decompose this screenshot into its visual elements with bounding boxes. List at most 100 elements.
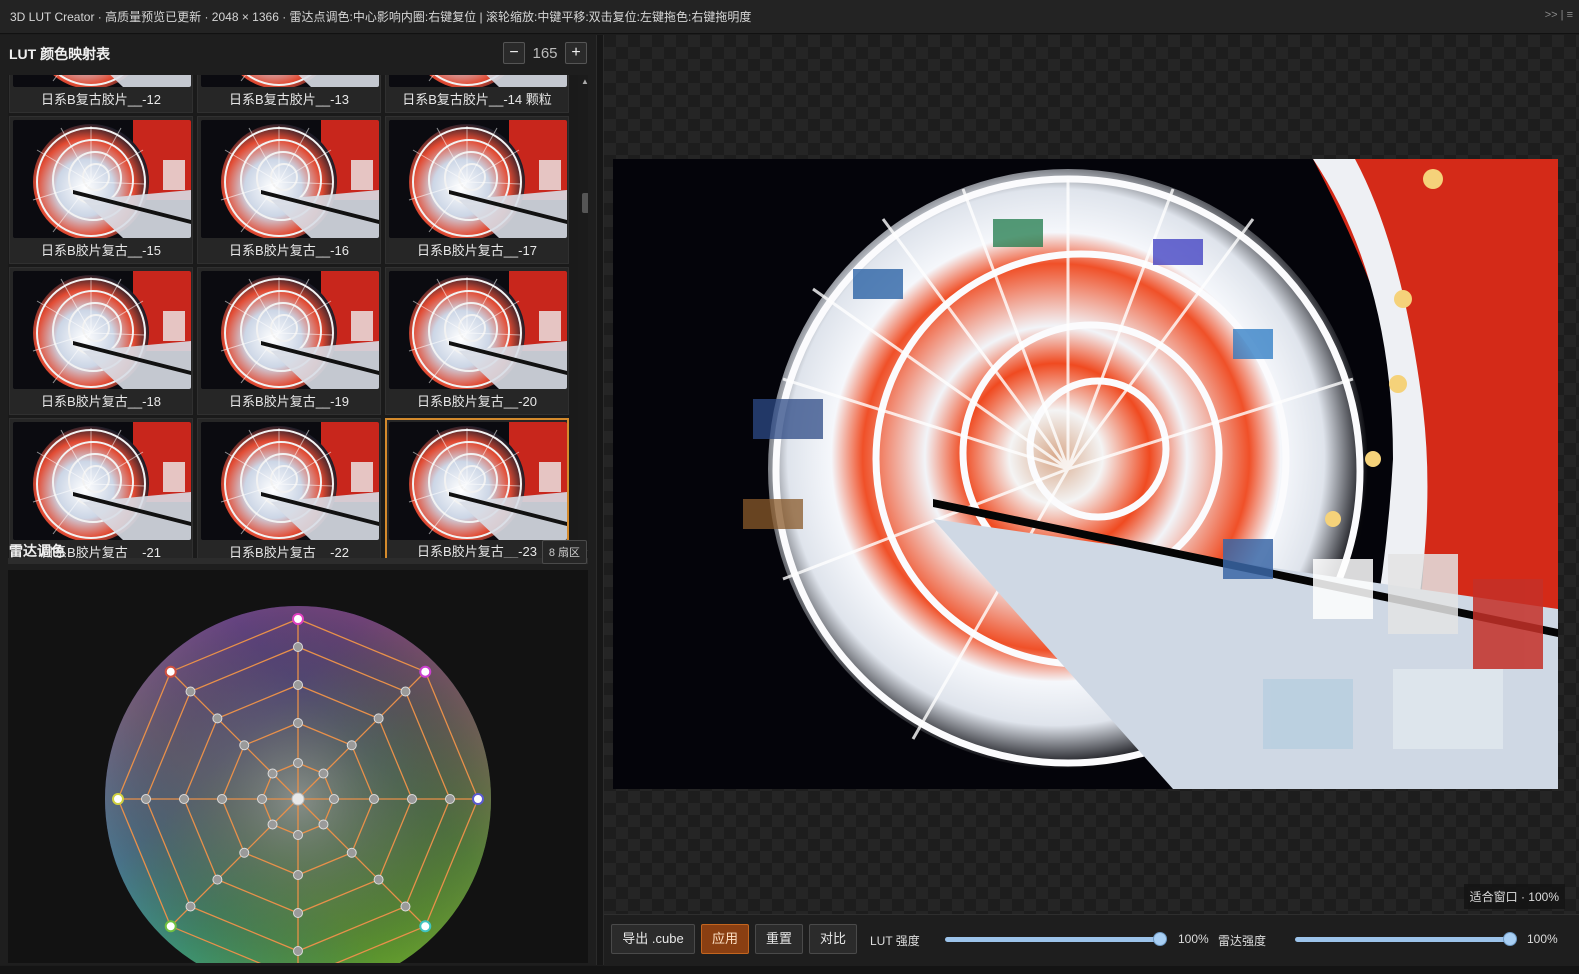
lut-item[interactable]: 日系B胶片复古__-18 xyxy=(9,267,193,415)
lut-thumbnail xyxy=(201,120,379,238)
radar-point[interactable] xyxy=(292,613,304,625)
radar-point[interactable] xyxy=(445,794,455,804)
radar-point[interactable] xyxy=(179,794,189,804)
radar-panel-title: 雷达调色 xyxy=(9,543,65,559)
radar-point[interactable] xyxy=(293,680,303,690)
radar-point[interactable] xyxy=(407,794,417,804)
export-cube-button[interactable]: 导出 .cube xyxy=(611,924,695,954)
radar-point[interactable] xyxy=(369,794,379,804)
radar-point[interactable] xyxy=(293,758,303,768)
radar-point[interactable] xyxy=(419,920,432,933)
radar-point[interactable] xyxy=(293,908,303,918)
lut-item-label: 日系B胶片复古__-19 xyxy=(229,394,349,409)
preview-panel[interactable]: 适合窗口 · 100% xyxy=(604,35,1579,965)
radar-point[interactable] xyxy=(185,901,196,912)
lut-item[interactable]: 日系B胶片复古__-17 xyxy=(385,116,569,264)
radar-point[interactable] xyxy=(373,874,384,885)
radar-point[interactable] xyxy=(217,794,227,804)
radar-point[interactable] xyxy=(257,794,267,804)
lut-panel-header: LUT 颜色映射表 − 165 + xyxy=(0,35,596,73)
left-panel: LUT 颜色映射表 − 165 + 日系B复古胶片__-12日系B复古胶片__-… xyxy=(0,35,596,974)
zoom-fit-label[interactable]: 适合窗口 · 100% xyxy=(1463,884,1565,909)
radar-point[interactable] xyxy=(185,686,196,697)
radar-point[interactable] xyxy=(293,870,303,880)
lut-thumbnail xyxy=(389,75,567,87)
lut-item[interactable]: 日系B复古胶片__-13 xyxy=(197,75,381,113)
radar-point[interactable] xyxy=(212,874,223,885)
lut-panel-title: LUT 颜色映射表 xyxy=(9,46,111,62)
radar-point[interactable] xyxy=(419,665,432,678)
sector-count-badge[interactable]: 8 扇区 xyxy=(541,540,587,564)
radar-point[interactable] xyxy=(318,768,329,779)
apply-button[interactable]: 应用 xyxy=(701,924,749,954)
scroll-up-icon[interactable]: ▲ xyxy=(580,77,588,86)
radar-point[interactable] xyxy=(293,946,303,956)
radar-point[interactable] xyxy=(400,686,411,697)
scroll-thumb[interactable] xyxy=(582,193,588,213)
lut-item-label: 日系B胶片复古__-20 xyxy=(417,394,537,409)
radar-point[interactable] xyxy=(346,847,357,858)
lut-thumbnail xyxy=(13,75,191,87)
radar-point[interactable] xyxy=(318,819,329,830)
radar-point[interactable] xyxy=(239,740,250,751)
radar-point[interactable] xyxy=(329,794,339,804)
radar-point[interactable] xyxy=(293,718,303,728)
window-controls[interactable]: >> | ≡ xyxy=(1545,9,1573,21)
lut-thumbnail xyxy=(201,422,379,540)
radar-point[interactable] xyxy=(164,920,177,933)
radar-point[interactable] xyxy=(141,794,151,804)
radar-strength-handle[interactable] xyxy=(1503,932,1517,946)
radar-wheel[interactable] xyxy=(8,570,588,974)
compare-button[interactable]: 对比 xyxy=(809,924,857,954)
window-controls-icon[interactable]: >> | ≡ xyxy=(1545,9,1573,21)
preview-image[interactable] xyxy=(613,159,1558,789)
lut-thumbnail xyxy=(13,422,191,540)
title-bar: 3D LUT Creator · 高质量预览已更新 · 2048 × 1366 … xyxy=(0,0,1579,34)
lut-item-label: 日系B复古胶片__-13 xyxy=(229,92,349,107)
increase-button[interactable]: + xyxy=(565,42,587,64)
lut-thumbnail xyxy=(389,120,567,238)
lut-strength-label: LUT 强度 xyxy=(870,934,920,948)
bottom-toolbar: 导出 .cube 应用 重置 对比 LUT 强度 100% 雷达强度 100% xyxy=(604,914,1579,966)
radar-strength-value: 100% xyxy=(1527,932,1558,946)
lut-item[interactable]: 日系B胶片复古__-19 xyxy=(197,267,381,415)
lut-item-label: 日系B胶片复古__-18 xyxy=(41,394,161,409)
radar-point[interactable] xyxy=(267,768,278,779)
radar-area[interactable] xyxy=(8,570,588,974)
lut-thumbnail xyxy=(389,422,567,540)
lut-thumbnail xyxy=(389,271,567,389)
lut-scrollbar[interactable]: ▲ ▼ xyxy=(578,75,588,559)
lut-strength-value: 100% xyxy=(1178,932,1209,946)
lut-count: 165 xyxy=(532,44,558,62)
lut-item[interactable]: 日系B胶片复古__-20 xyxy=(385,267,569,415)
main-splitter[interactable] xyxy=(596,35,604,965)
radar-center-point[interactable] xyxy=(291,792,305,806)
lut-strength-handle[interactable] xyxy=(1153,932,1167,946)
lut-item-label: 日系B胶片复古__-17 xyxy=(417,243,537,258)
radar-panel-header: 雷达调色 8 扇区 xyxy=(0,532,596,570)
lut-strength-slider[interactable] xyxy=(945,932,1167,946)
lut-grid[interactable]: 日系B复古胶片__-12 日系B复古胶片__-13 日系B复古胶片__-14 颗粒日… xyxy=(8,75,588,559)
radar-strength-label: 雷达强度 xyxy=(1218,934,1267,948)
radar-point[interactable] xyxy=(267,819,278,830)
radar-point[interactable] xyxy=(400,901,411,912)
lut-item[interactable]: 日系B复古胶片__-14 颗粒 xyxy=(385,75,569,113)
radar-point[interactable] xyxy=(472,793,484,805)
lut-item[interactable]: 日系B胶片复古__-15 xyxy=(9,116,193,264)
radar-point[interactable] xyxy=(373,713,384,724)
radar-point[interactable] xyxy=(293,642,303,652)
decrease-button[interactable]: − xyxy=(503,42,525,64)
radar-point[interactable] xyxy=(293,830,303,840)
reset-button[interactable]: 重置 xyxy=(755,924,803,954)
lut-item[interactable]: 日系B胶片复古__-16 xyxy=(197,116,381,264)
lut-thumbnail xyxy=(13,120,191,238)
radar-point[interactable] xyxy=(164,665,177,678)
radar-point[interactable] xyxy=(239,847,250,858)
radar-point[interactable] xyxy=(346,740,357,751)
lut-item-label: 日系B胶片复古__-15 xyxy=(41,243,161,258)
lut-item-label: 日系B复古胶片__-12 xyxy=(41,92,161,107)
lut-item[interactable]: 日系B复古胶片__-12 xyxy=(9,75,193,113)
radar-point[interactable] xyxy=(112,793,124,805)
radar-strength-slider[interactable] xyxy=(1295,932,1517,946)
radar-point[interactable] xyxy=(212,713,223,724)
